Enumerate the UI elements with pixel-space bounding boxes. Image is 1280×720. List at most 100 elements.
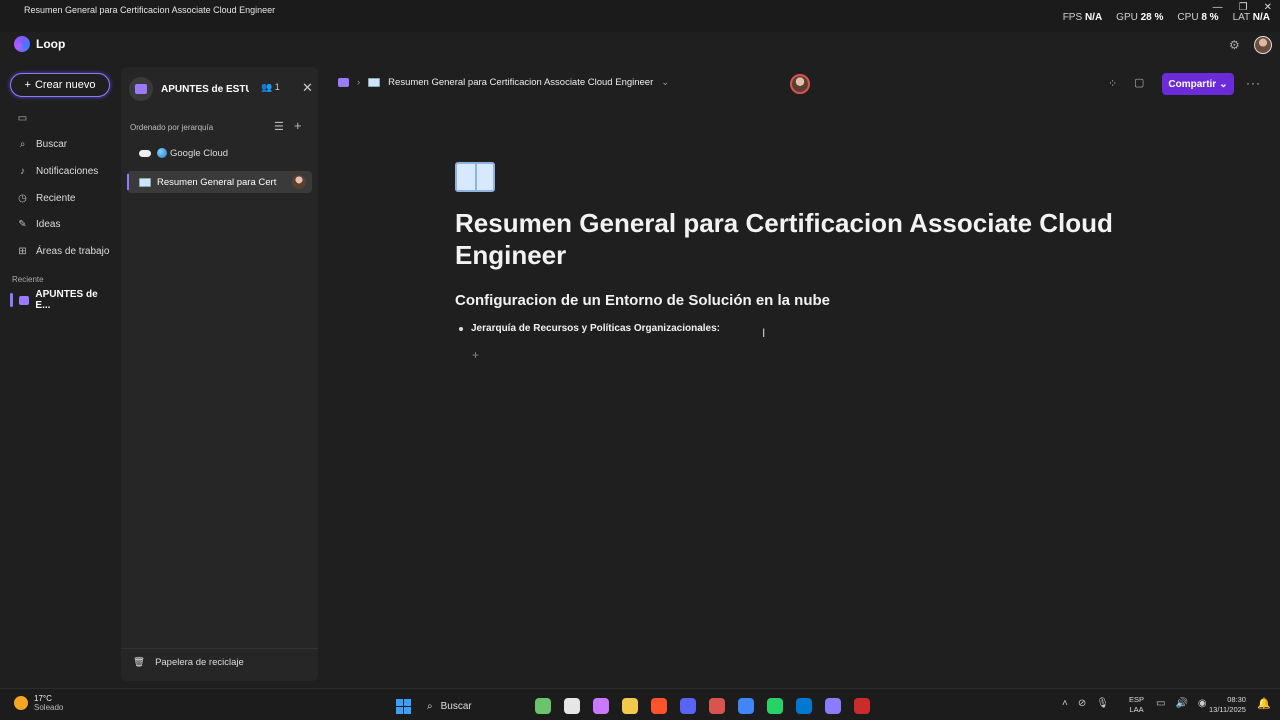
taskbar-search[interactable]: ⌕ Buscar (423, 696, 523, 716)
taskbar-app-icon[interactable] (680, 698, 696, 714)
taskbar-search-label: Buscar (440, 700, 472, 712)
recent-section-label: Reciente (12, 275, 44, 284)
language-indicator[interactable]: ESP LAA (1129, 695, 1144, 715)
chevron-down-icon[interactable]: ⌄ (661, 77, 669, 88)
nav-ideas[interactable]: ✎ Ideas (17, 219, 60, 230)
nav-notifications[interactable]: ♪ Notificaciones (17, 166, 98, 177)
create-new-button[interactable]: + Crear nuevo (10, 73, 110, 97)
page-emoji-book-icon[interactable] (455, 162, 495, 192)
gpu-value: 28 % (1140, 12, 1164, 23)
taskbar-app-icon[interactable] (622, 698, 638, 714)
nav-search[interactable]: ⌕ Buscar (17, 139, 67, 150)
taskbar: 17°C Soleado ⌕ Buscar ˄ ⊘ 🎙 ESP LAA ▭ 🔊 … (0, 688, 1280, 720)
nav-ideas-label: Ideas (36, 219, 61, 230)
page-title[interactable]: Resumen General para Certificacion Assoc… (455, 207, 1135, 271)
workspace-name[interactable]: APUNTES de ESTU... (161, 84, 249, 95)
user-avatar[interactable] (1254, 36, 1272, 54)
section-heading[interactable]: Configuracion de un Entorno de Solución … (455, 292, 830, 309)
lat-value: N/A (1252, 12, 1270, 23)
volume-icon[interactable]: 🔊 (1175, 698, 1187, 709)
settings-gear-icon[interactable]: ⚙ (1229, 38, 1243, 52)
language-code: ESP (1129, 695, 1145, 704)
cpu-value: 8 % (1201, 12, 1219, 23)
taskbar-app-icon[interactable] (738, 698, 754, 714)
taskbar-app-icon[interactable] (825, 698, 841, 714)
cloud-icon (139, 149, 151, 157)
tree-item-resumen[interactable]: Resumen General para Cert (127, 171, 312, 193)
fps-value: N/A (1084, 12, 1103, 23)
components-icon[interactable]: ⁘ (1108, 77, 1117, 90)
weather-condition: Soleado (34, 703, 64, 712)
sun-icon (14, 696, 28, 710)
network-off-icon[interactable]: ⊘ (1078, 698, 1086, 709)
app-logo[interactable]: Loop (14, 36, 65, 52)
clock-icon: ◷ (18, 193, 27, 204)
members-button[interactable]: 👥 1 (261, 82, 280, 93)
search-icon: ⌕ (19, 139, 26, 150)
temperature: 17°C (34, 694, 52, 703)
add-block-icon[interactable]: + (472, 348, 479, 362)
collaborator-avatar[interactable] (790, 74, 810, 94)
perf-overlay: FPS N/A GPU 28 % CPU 8 % LAT N/A (1063, 12, 1270, 23)
mic-icon[interactable]: 🎙 (1096, 698, 1109, 709)
close-panel-icon[interactable]: ✕ (302, 80, 313, 96)
pages-icon[interactable]: ▢ (1134, 76, 1144, 89)
clock[interactable]: 08:30 13/11/2025 (1209, 695, 1246, 715)
chevron-right-icon: › (357, 77, 361, 88)
trash-icon: 🗑 (133, 657, 146, 668)
create-new-label: Crear nuevo (34, 79, 96, 91)
more-options-icon[interactable]: ··· (1246, 76, 1261, 90)
workspace-icon[interactable] (338, 78, 349, 87)
nav-workspaces-label: Áreas de trabajo (36, 246, 110, 257)
quick-settings: ▭ 🔊 ◉ (1156, 698, 1207, 709)
globe-icon (157, 148, 167, 158)
chevron-down-icon: ⌄ (1219, 78, 1228, 90)
nav-recent-label: Reciente (36, 193, 76, 204)
chevron-up-icon[interactable]: ˄ (1062, 698, 1068, 709)
taskbar-app-icon[interactable] (564, 698, 580, 714)
nav-recent[interactable]: ◷ Reciente (17, 193, 75, 204)
add-page-icon[interactable]: + (294, 118, 302, 133)
collaborator-avatar (292, 175, 306, 189)
display-icon[interactable]: ▭ (1156, 698, 1165, 709)
bullet-item[interactable]: Jerarquía de Recursos y Políticas Organi… (459, 323, 720, 334)
app-name: Loop (36, 37, 66, 51)
windows-start-icon[interactable] (396, 698, 411, 714)
breadcrumb-page[interactable]: Resumen General para Certificacion Assoc… (388, 77, 653, 88)
notification-bell-icon[interactable]: 🔔 (1257, 697, 1271, 710)
weather-widget[interactable]: 17°C Soleado (14, 694, 63, 712)
taskbar-app-icon[interactable] (651, 698, 667, 714)
taskbar-app-icon[interactable] (854, 698, 870, 714)
tree-item-label: Google Cloud (170, 147, 229, 159)
workspace-header: APUNTES de ESTU... 👥 1 ✕ (129, 77, 313, 101)
taskbar-app-icon[interactable] (593, 698, 609, 714)
workspace-avatar[interactable] (129, 77, 153, 101)
taskbar-app-icon[interactable] (535, 698, 551, 714)
filter-icon[interactable]: ☰ (274, 120, 284, 133)
nav-workspaces[interactable]: ⊞ Áreas de trabajo (17, 246, 109, 257)
share-button[interactable]: Compartir ⌄ (1162, 73, 1234, 95)
workspace-icon (18, 295, 30, 305)
document-area: › Resumen General para Certificacion Ass… (322, 67, 1280, 687)
selected-indicator (10, 293, 13, 307)
book-icon (368, 78, 381, 87)
taskbar-app-icon[interactable] (709, 698, 725, 714)
recycle-bin[interactable]: 🗑 Papelera de reciclaje (133, 657, 244, 668)
nav-search-label: Buscar (36, 139, 68, 150)
bullet-text: Jerarquía de Recursos y Políticas Organi… (471, 323, 720, 334)
breadcrumb: › Resumen General para Certificacion Ass… (338, 77, 669, 88)
nav-home[interactable]: ▭ (17, 113, 28, 124)
members-count: 1 (274, 82, 280, 92)
clock-time: 08:30 (1227, 695, 1246, 704)
taskbar-app-icon[interactable] (767, 698, 783, 714)
recent-workspace-item[interactable]: APUNTES de E... (10, 289, 112, 311)
grid-icon: ⊞ (18, 246, 27, 257)
tree-item-label: Resumen General para Cert (157, 176, 277, 188)
share-label: Compartir (1168, 78, 1217, 90)
tree-item-google-cloud[interactable]: Google Cloud (127, 142, 312, 164)
home-panel-icon: ▭ (17, 113, 28, 124)
taskbar-app-icon[interactable] (796, 698, 812, 714)
sort-label: Ordenado por jerarquía (130, 123, 214, 132)
battery-icon[interactable]: ◉ (1198, 698, 1207, 709)
selected-indicator (127, 174, 129, 190)
